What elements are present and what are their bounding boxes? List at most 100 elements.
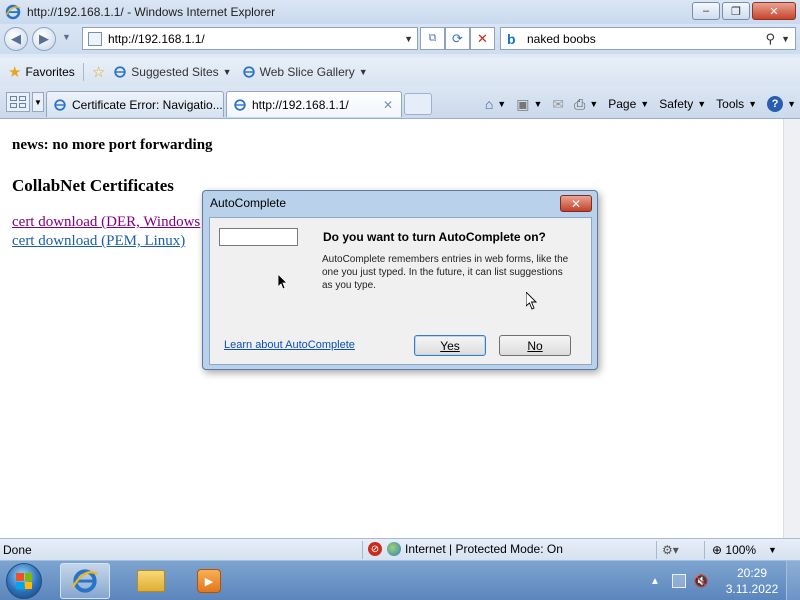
- close-tab-icon[interactable]: ✕: [383, 98, 393, 112]
- chevron-down-icon: ▼: [497, 99, 507, 109]
- internet-explorer-icon: [242, 66, 255, 78]
- action-center-icon[interactable]: [671, 574, 686, 588]
- chevron-down-icon: ▼: [222, 67, 232, 77]
- chevron-down-icon: ▼: [748, 99, 758, 109]
- dialog-body: Do you want to turn AutoComplete on? Aut…: [209, 217, 592, 365]
- tab-bar: ▼ Certificate Error: Navigatio... http:/…: [0, 86, 800, 118]
- mouse-cursor-icon: [278, 274, 288, 290]
- help-menu[interactable]: ? ▼: [767, 96, 796, 112]
- compatibility-view-button[interactable]: ⧉: [420, 27, 445, 50]
- status-text: Done: [3, 543, 32, 557]
- safety-menu[interactable]: Safety ▼: [659, 97, 706, 111]
- yes-button[interactable]: Yes: [414, 335, 486, 356]
- tab-label: Certificate Error: Navigatio...: [72, 97, 223, 112]
- recent-pages-dropdown-icon[interactable]: ▼: [62, 32, 71, 42]
- no-button[interactable]: No: [499, 335, 571, 356]
- close-window-button[interactable]: ✕: [752, 2, 796, 20]
- search-box[interactable]: b naked boobs ⚲ ▼: [500, 27, 796, 50]
- zoom-dropdown-icon[interactable]: ▼: [768, 545, 777, 555]
- tab-active[interactable]: http://192.168.1.1/ ✕: [226, 91, 402, 117]
- address-url[interactable]: http://192.168.1.1/: [108, 32, 205, 46]
- command-bar: ⌂ ▼ ▣ ▼ ✉ ⎙ ▼ Page ▼ Safety ▼ Tools ▼ ? ▼: [475, 91, 796, 117]
- learn-about-autocomplete-link[interactable]: Learn about AutoComplete: [224, 339, 355, 351]
- tools-menu[interactable]: Tools ▼: [716, 97, 757, 111]
- forward-button[interactable]: ▶: [32, 27, 56, 51]
- page-menu-label: Page: [608, 97, 637, 111]
- new-tab-button[interactable]: [404, 93, 432, 115]
- search-query[interactable]: naked boobs: [527, 32, 596, 46]
- security-zone[interactable]: ⊘ Internet | Protected Mode: On: [368, 542, 563, 556]
- system-tray: ▲ 🔇: [650, 561, 719, 600]
- forward-arrow-icon: ▶: [39, 31, 49, 46]
- home-button[interactable]: ⌂ ▼: [485, 96, 506, 112]
- dialog-title: AutoComplete: [210, 196, 287, 210]
- title-bar: http://192.168.1.1/ - Windows Internet E…: [0, 0, 800, 24]
- tab-label: http://192.168.1.1/: [252, 97, 349, 112]
- chevron-down-icon: ▼: [533, 99, 543, 109]
- popup-blocked-icon[interactable]: ⊘: [368, 542, 382, 556]
- search-options-dropdown-icon[interactable]: ▼: [781, 34, 790, 44]
- favorites-button[interactable]: ★ Favorites: [8, 63, 75, 81]
- navigation-bar: ◀ ▶ ▼ http://192.168.1.1/ ▼ ⧉ ⟳ ✕ b nake…: [0, 24, 800, 54]
- chevron-down-icon: ▼: [589, 99, 599, 109]
- suggested-sites-label: Suggested Sites: [131, 65, 219, 79]
- favorites-separator: [82, 63, 84, 81]
- suggested-sites-button[interactable]: Suggested Sites ▼: [113, 65, 232, 79]
- page-menu[interactable]: Page ▼: [608, 97, 649, 111]
- favorites-bar: ★ Favorites ☆ Suggested Sites ▼ Web Slic…: [0, 58, 800, 86]
- start-button[interactable]: [6, 563, 42, 599]
- read-mail-button[interactable]: ✉: [552, 96, 564, 113]
- minimize-button[interactable]: ‒: [692, 2, 720, 20]
- address-dropdown-icon[interactable]: ▼: [404, 34, 413, 44]
- internet-explorer-icon: [234, 98, 246, 111]
- taskbar-internet-explorer[interactable]: [60, 563, 110, 599]
- print-button[interactable]: ⎙ ▼: [574, 96, 598, 113]
- feeds-button[interactable]: ▣ ▼: [516, 96, 542, 113]
- favorites-star-icon: ★: [8, 64, 22, 81]
- folder-icon: [137, 570, 165, 592]
- dialog-question: Do you want to turn AutoComplete on?: [323, 230, 546, 244]
- manage-add-ons-icon[interactable]: ⚙▾: [662, 543, 679, 557]
- stop-button[interactable]: ✕: [470, 27, 495, 50]
- autocomplete-illustration-field: [219, 228, 298, 246]
- yes-label: Yes: [440, 338, 460, 353]
- news-text: news: no more port forwarding: [12, 137, 213, 153]
- home-icon: ⌂: [484, 96, 494, 112]
- quick-tabs-button[interactable]: [6, 92, 30, 112]
- dialog-close-button[interactable]: ✕: [560, 195, 592, 212]
- rss-feed-icon: ▣: [516, 95, 530, 112]
- taskbar-media-player[interactable]: ▶: [184, 563, 234, 599]
- zoom-value: 100%: [725, 543, 757, 557]
- chevron-down-icon: ▼: [358, 67, 368, 77]
- tab-list-dropdown-icon[interactable]: ▼: [32, 92, 44, 112]
- tab-certificate-error[interactable]: Certificate Error: Navigatio...: [46, 91, 224, 117]
- tools-menu-label: Tools: [716, 97, 745, 111]
- zoom-icon: ⊕: [712, 543, 723, 557]
- vertical-scrollbar[interactable]: [783, 119, 800, 538]
- back-button[interactable]: ◀: [4, 27, 28, 51]
- compatibility-view-icon: ⧉: [428, 32, 437, 44]
- show-hidden-icons-icon[interactable]: ▲: [650, 576, 660, 587]
- status-separator: [362, 541, 363, 559]
- zoom-level[interactable]: ⊕ 100%: [712, 543, 756, 557]
- internet-globe-icon: [387, 542, 401, 556]
- web-slice-gallery-button[interactable]: Web Slice Gallery ▼: [242, 65, 368, 79]
- status-separator: [704, 541, 705, 559]
- windows-logo-icon: [16, 573, 32, 589]
- taskbar-clock[interactable]: 20:29 3.11.2022: [724, 565, 780, 597]
- maximize-button[interactable]: ❐: [722, 2, 750, 20]
- internet-explorer-icon: [5, 4, 21, 20]
- cert-download-der-link[interactable]: cert download (DER, Windows: [12, 214, 200, 231]
- search-icon[interactable]: ⚲: [765, 31, 775, 47]
- chevron-down-icon: ▼: [787, 99, 796, 109]
- refresh-icon: ⟳: [452, 30, 463, 46]
- add-to-favorites-bar-icon[interactable]: ☆: [92, 63, 105, 81]
- taskbar-windows-explorer[interactable]: [126, 563, 176, 599]
- back-arrow-icon: ◀: [11, 31, 21, 46]
- chevron-down-icon: ▼: [640, 99, 650, 109]
- volume-muted-icon[interactable]: 🔇: [694, 574, 709, 588]
- cert-download-pem-link[interactable]: cert download (PEM, Linux): [12, 233, 185, 250]
- refresh-button[interactable]: ⟳: [445, 27, 470, 50]
- show-desktop-button[interactable]: [786, 561, 800, 600]
- address-bar[interactable]: http://192.168.1.1/ ▼: [82, 27, 418, 50]
